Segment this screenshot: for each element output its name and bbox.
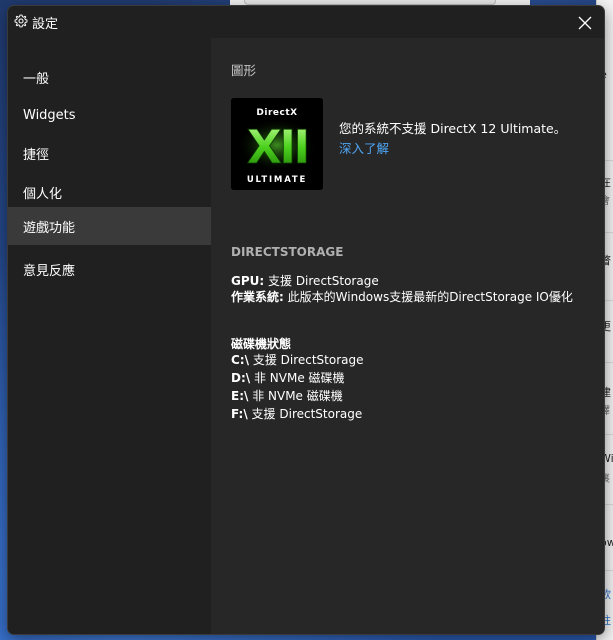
drive-status: 非 NVMe 磁碟機 <box>248 389 343 403</box>
sidebar: 一般 Widgets 捷徑 個人化 遊戲功能 意見反應 <box>8 38 211 634</box>
drive-row: C:\ 支援 DirectStorage <box>231 352 586 368</box>
sidebar-item-shortcuts[interactable]: 捷徑 <box>8 134 211 172</box>
sidebar-item-widgets[interactable]: Widgets <box>8 96 211 134</box>
drive-status-block: 磁碟機狀態 C:\ 支援 DirectStorage D:\ 非 NVMe 磁碟… <box>231 336 586 422</box>
settings-window: 設定 一般 Widgets 捷徑 個人化 遊戲功能 意見反應 圖形 Direct… <box>8 6 604 634</box>
gear-icon <box>14 14 28 28</box>
directstorage-info: GPU: 支援 DirectStorage 作業系統: 此版本的Windows支… <box>231 273 586 305</box>
sidebar-item-gaming-features[interactable]: 遊戲功能 <box>8 207 211 245</box>
content-pane: 圖形 DirectX XII ULTIMATE 您的系統不支援 DirectX … <box>211 38 604 634</box>
sidebar-item-feedback[interactable]: 意見反應 <box>8 250 211 288</box>
drive-status: 支援 DirectStorage <box>247 407 363 421</box>
directx-logo-bottom-text: ULTIMATE <box>247 175 307 185</box>
title-bar: 設定 <box>8 6 604 38</box>
gpu-value: 支援 DirectStorage <box>264 274 379 288</box>
close-button[interactable] <box>572 10 598 36</box>
sidebar-item-label: 個人化 <box>23 186 63 202</box>
drive-row: D:\ 非 NVMe 磁碟機 <box>231 370 586 386</box>
os-label: 作業系統: <box>231 290 284 304</box>
drive-letter: C:\ <box>231 353 249 367</box>
gpu-status: GPU: 支援 DirectStorage <box>231 273 586 289</box>
sidebar-item-label: 一般 <box>23 71 50 87</box>
graphics-heading: 圖形 <box>231 63 257 78</box>
sidebar-item-label: 捷徑 <box>23 147 50 163</box>
directx-logo: DirectX XII ULTIMATE <box>231 98 323 190</box>
window-title: 設定 <box>32 17 59 32</box>
sidebar-item-label: 遊戲功能 <box>23 220 76 236</box>
directx-logo-numeral: XII <box>247 120 308 174</box>
sidebar-item-label: 意見反應 <box>23 263 76 279</box>
close-icon <box>578 16 592 30</box>
drive-status-heading: 磁碟機狀態 <box>231 337 292 351</box>
learn-more-link[interactable]: 深入了解 <box>339 138 389 157</box>
gpu-label: GPU: <box>231 274 265 288</box>
dx12-status-message: 您的系統不支援 DirectX 12 Ultimate。 <box>339 121 567 136</box>
sidebar-item-label: Widgets <box>23 107 76 123</box>
os-value: 此版本的Windows支援最新的DirectStorage IO優化 <box>283 290 573 304</box>
drive-row: E:\ 非 NVMe 磁碟機 <box>231 388 586 404</box>
sidebar-item-personalization[interactable]: 個人化 <box>8 173 211 211</box>
sidebar-item-general[interactable]: 一般 <box>8 58 211 96</box>
drive-row: F:\ 支援 DirectStorage <box>231 406 586 422</box>
directstorage-heading: DIRECTSTORAGE <box>231 245 344 259</box>
drive-status: 非 NVMe 磁碟機 <box>250 371 345 385</box>
drive-letter: F:\ <box>231 407 248 421</box>
drive-letter: E:\ <box>231 389 249 403</box>
drive-letter: D:\ <box>231 371 251 385</box>
directx-logo-top-text: DirectX <box>256 108 297 118</box>
drive-status: 支援 DirectStorage <box>249 353 364 367</box>
os-status: 作業系統: 此版本的Windows支援最新的DirectStorage IO優化 <box>231 289 586 305</box>
